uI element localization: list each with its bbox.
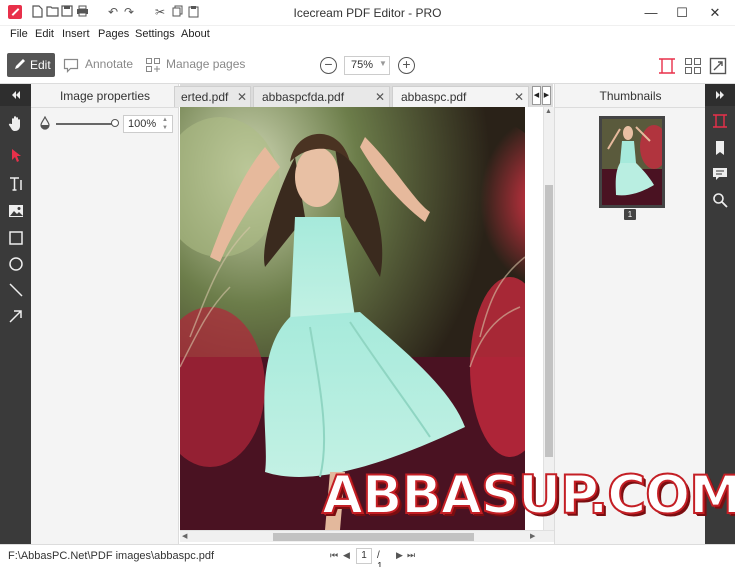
menu-pages[interactable]: Pages bbox=[98, 28, 129, 40]
main-toolbar: Edit Annotate Manage pages − 75% ▼ + bbox=[0, 46, 735, 84]
next-page-icon[interactable]: ▶ bbox=[396, 550, 403, 561]
edit-mode-label: Edit bbox=[30, 58, 51, 72]
spinner-icon[interactable]: ▲ ▼ bbox=[162, 116, 168, 132]
opacity-value: 100% bbox=[128, 118, 157, 130]
opacity-drop-icon bbox=[40, 116, 50, 130]
opacity-slider-track[interactable] bbox=[56, 123, 116, 125]
horizontal-scroll-thumb[interactable] bbox=[273, 533, 474, 541]
first-page-icon[interactable]: ⏮ bbox=[330, 550, 338, 561]
edit-mode-button[interactable]: Edit bbox=[7, 53, 55, 77]
tab-abbaspcfda[interactable]: abbaspcfda.pdf ✕ bbox=[253, 86, 390, 107]
minimize-icon[interactable]: — bbox=[637, 3, 665, 23]
tab-abbaspc[interactable]: abbaspc.pdf ✕ bbox=[392, 86, 529, 107]
zoom-value: 75% bbox=[351, 59, 374, 71]
zoom-select[interactable]: 75% ▼ bbox=[344, 56, 390, 75]
horizontal-scrollbar[interactable]: ◀ ▶ bbox=[180, 530, 554, 542]
total-pages: / 1 bbox=[377, 550, 383, 567]
menu-about[interactable]: About bbox=[181, 28, 210, 40]
ellipse-icon[interactable] bbox=[0, 251, 31, 277]
zoom-out-icon[interactable]: − bbox=[320, 57, 337, 74]
manage-pages-icon[interactable] bbox=[145, 57, 161, 73]
title-bar: ↶ ↷ ✂ Icecream PDF Editor - PRO — ☐ ✕ bbox=[0, 0, 735, 26]
vertical-scroll-thumb[interactable] bbox=[545, 185, 553, 457]
pencil-icon bbox=[15, 59, 25, 69]
properties-title: Image properties bbox=[31, 84, 179, 108]
tab-erted[interactable]: erted.pdf ✕ bbox=[174, 86, 251, 107]
page-view-icon[interactable] bbox=[705, 108, 735, 134]
tab-label: erted.pdf bbox=[181, 90, 229, 104]
thumbnails-title: Thumbnails bbox=[555, 84, 706, 108]
tab-close-icon[interactable]: ✕ bbox=[375, 90, 385, 104]
rectangle-icon[interactable] bbox=[0, 225, 31, 251]
file-path: F:\AbbasPC.Net\PDF images\abbaspc.pdf bbox=[8, 550, 215, 562]
watermark-text: ABBASUP.COM bbox=[321, 464, 735, 527]
arrow-icon[interactable] bbox=[0, 303, 31, 329]
comment-icon[interactable] bbox=[705, 161, 735, 187]
menu-edit[interactable]: Edit bbox=[35, 28, 54, 40]
opacity-slider-handle[interactable] bbox=[111, 119, 119, 127]
thumbnail-image bbox=[602, 119, 662, 205]
prev-page-icon[interactable]: ◀ bbox=[343, 550, 350, 561]
chevron-down-icon: ▼ bbox=[379, 59, 387, 68]
document-tabs: erted.pdf ✕ abbaspcfda.pdf ✕ abbaspc.pdf… bbox=[174, 84, 553, 107]
select-icon[interactable] bbox=[0, 142, 31, 168]
fullscreen-icon[interactable] bbox=[709, 57, 727, 75]
current-page-input[interactable]: 1 bbox=[356, 548, 372, 564]
image-tool-icon[interactable] bbox=[0, 198, 31, 224]
scroll-up-icon[interactable]: ▲ bbox=[545, 108, 552, 115]
tab-label: abbaspcfda.pdf bbox=[262, 90, 345, 104]
zoom-in-icon[interactable]: + bbox=[398, 57, 415, 74]
manage-pages-button[interactable]: Manage pages bbox=[166, 57, 245, 71]
expand-icon[interactable] bbox=[705, 84, 735, 106]
opacity-input[interactable]: 100% ▲ ▼ bbox=[123, 115, 173, 133]
single-page-view-icon[interactable] bbox=[658, 57, 676, 75]
maximize-icon[interactable]: ☐ bbox=[668, 3, 696, 23]
line-icon[interactable] bbox=[0, 277, 31, 303]
page-thumbnail[interactable] bbox=[599, 116, 665, 208]
annotate-icon[interactable] bbox=[63, 57, 79, 73]
scroll-left-icon[interactable]: ◀ bbox=[182, 532, 187, 540]
tab-scroll-left-icon[interactable]: ◀ bbox=[532, 86, 541, 105]
menu-file[interactable]: File bbox=[10, 28, 28, 40]
grid-view-icon[interactable] bbox=[684, 57, 702, 75]
tab-label: abbaspc.pdf bbox=[401, 90, 467, 104]
last-page-icon[interactable]: ⏭ bbox=[407, 550, 415, 561]
menu-settings[interactable]: Settings bbox=[135, 28, 175, 40]
text-tool-icon[interactable] bbox=[0, 171, 31, 197]
annotate-mode-button[interactable]: Annotate bbox=[85, 57, 133, 71]
close-icon[interactable]: ✕ bbox=[701, 3, 729, 23]
tab-scroll-right-icon[interactable]: ▶ bbox=[542, 86, 551, 105]
collapse-icon[interactable] bbox=[0, 84, 31, 106]
tab-close-icon[interactable]: ✕ bbox=[514, 90, 524, 104]
scroll-right-icon[interactable]: ▶ bbox=[530, 532, 535, 540]
tab-close-icon[interactable]: ✕ bbox=[237, 90, 247, 104]
menu-insert[interactable]: Insert bbox=[62, 28, 90, 40]
search-icon[interactable] bbox=[705, 187, 735, 213]
properties-panel: Image properties 100% ▲ ▼ bbox=[31, 84, 179, 544]
window-title: Icecream PDF Editor - PRO bbox=[293, 6, 442, 20]
bookmark-icon[interactable] bbox=[705, 135, 735, 161]
thumbnail-page-number: 1 bbox=[624, 209, 636, 220]
left-toolbar bbox=[0, 84, 31, 544]
menu-bar: File Edit Insert Pages Settings About bbox=[0, 26, 735, 46]
status-bar: F:\AbbasPC.Net\PDF images\abbaspc.pdf ⏮ … bbox=[0, 544, 735, 567]
hand-icon[interactable] bbox=[0, 110, 31, 136]
